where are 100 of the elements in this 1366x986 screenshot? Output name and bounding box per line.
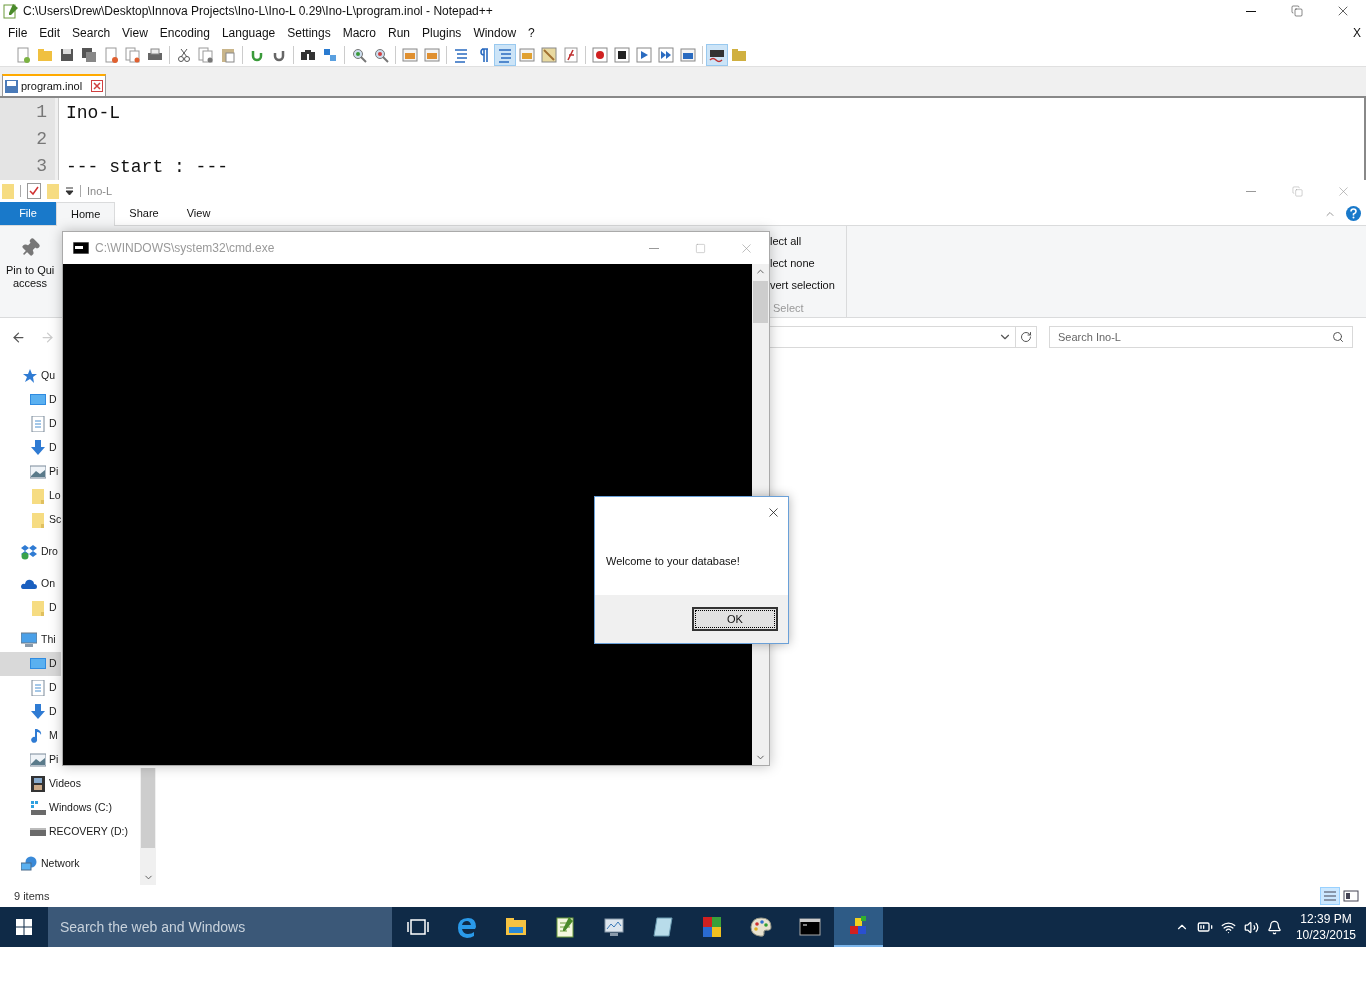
- save-macro-icon: [680, 46, 696, 63]
- battery-icon[interactable]: [1196, 919, 1213, 935]
- dialog-message: Welcome to your database!: [606, 553, 740, 569]
- ribbon-tab[interactable]: Home: [56, 202, 116, 226]
- menu-item[interactable]: Run: [382, 23, 416, 42]
- close-icon[interactable]: [91, 80, 104, 92]
- notification-icon[interactable]: [1266, 919, 1282, 935]
- ribbon-command[interactable]: lect all: [770, 234, 846, 256]
- print-icon: [147, 46, 163, 63]
- minimize-icon: [1246, 190, 1256, 192]
- menu-item[interactable]: ?: [522, 23, 541, 42]
- zoom-in-icon: [351, 46, 367, 63]
- tiles-view-icon[interactable]: [1342, 887, 1360, 905]
- taskbar-search-field[interactable]: Search the web and Windows: [48, 907, 392, 947]
- drive-icon: [30, 828, 46, 836]
- nav-item[interactable]: Thi: [0, 628, 61, 652]
- search-icon: [1332, 331, 1344, 343]
- language-icon: [519, 46, 535, 63]
- checklist-icon[interactable]: [27, 183, 41, 199]
- nav-item[interactable]: Videos: [0, 772, 82, 796]
- computer-icon: [21, 632, 37, 648]
- search-field[interactable]: Search Ino-L: [1049, 326, 1353, 348]
- nav-item[interactable]: Dro: [0, 540, 61, 564]
- menu-item[interactable]: File: [2, 23, 34, 42]
- clock[interactable]: 12:39 PM 10/23/2015: [1295, 911, 1356, 943]
- save-icon: [59, 46, 75, 63]
- nav-item[interactable]: RECOVERY (D:): [0, 820, 129, 844]
- nav-item[interactable]: D: [0, 596, 61, 620]
- nav-item[interactable]: D: [0, 652, 61, 676]
- menu-item[interactable]: Language: [215, 23, 282, 42]
- back-icon[interactable]: [11, 329, 26, 345]
- play-icon: [636, 46, 652, 63]
- help-icon[interactable]: [1346, 206, 1361, 221]
- function-list-icon: [563, 46, 579, 63]
- stop-icon: [614, 46, 630, 63]
- pictures-icon: [30, 464, 46, 480]
- word-wrap-icon: [453, 46, 469, 63]
- status-text: 9 items: [14, 888, 50, 904]
- close-file-icon: [103, 46, 119, 63]
- refresh-icon: [1020, 331, 1032, 343]
- menu-item[interactable]: Settings: [281, 23, 337, 42]
- toolbar-button[interactable]: [706, 43, 728, 66]
- folder-icon: [30, 488, 46, 504]
- nav-item[interactable]: D: [0, 388, 61, 412]
- ribbon-tab[interactable]: Share: [115, 202, 173, 225]
- nav-item[interactable]: On: [0, 572, 61, 596]
- nav-item[interactable]: Lo: [0, 484, 62, 508]
- code-line: --- start : ---: [66, 157, 229, 177]
- nav-item[interactable]: D: [0, 700, 61, 724]
- menu-item[interactable]: Edit: [33, 23, 67, 42]
- nav-item[interactable]: D: [0, 412, 61, 436]
- menu-item[interactable]: Search: [66, 23, 117, 42]
- indent-guide-icon: [497, 46, 513, 63]
- replace-icon: [322, 46, 338, 63]
- ribbon-tab[interactable]: View: [172, 202, 225, 225]
- nav-item[interactable]: Windows (C:): [0, 796, 113, 820]
- refresh-button[interactable]: [1016, 326, 1037, 348]
- document-icon: [30, 416, 46, 432]
- sync-vertical-icon: [402, 46, 418, 63]
- monitor-icon: [601, 915, 626, 939]
- nav-item[interactable]: Pi: [0, 748, 61, 772]
- ribbon-command[interactable]: vert selection: [770, 278, 846, 300]
- nav-item[interactable]: Pi: [0, 460, 61, 484]
- scroll-thumb[interactable]: [141, 768, 155, 848]
- nav-item[interactable]: Qu: [0, 364, 61, 388]
- nav-item[interactable]: D: [0, 436, 61, 460]
- minimize-icon: [649, 247, 659, 249]
- group-label: Select: [772, 301, 805, 316]
- window-title: Ino-L: [87, 183, 113, 199]
- line-number: 3: [35, 155, 48, 178]
- pictures-icon: [30, 752, 46, 768]
- nav-item[interactable]: D: [0, 676, 61, 700]
- pin-button[interactable]: Pin to Qui access: [0, 226, 60, 317]
- wifi-icon[interactable]: [1220, 919, 1236, 935]
- ribbon-tab[interactable]: File: [0, 202, 56, 225]
- record-icon: [592, 46, 608, 63]
- menu-item[interactable]: Window: [467, 23, 523, 42]
- dropdown-icon[interactable]: [65, 186, 74, 196]
- desktop-icon: [30, 656, 46, 672]
- folder-icon: [30, 600, 46, 616]
- scrollbar[interactable]: [140, 768, 156, 885]
- terminal-icon: [797, 915, 822, 939]
- nav-item[interactable]: Network: [0, 852, 81, 876]
- nav-item[interactable]: Sc: [0, 508, 63, 532]
- document-tab[interactable]: program.inol: [2, 74, 107, 96]
- close-document-button[interactable]: X: [1353, 23, 1361, 42]
- menu-item[interactable]: Encoding: [153, 23, 216, 42]
- save-all-icon: [81, 46, 97, 63]
- maximize-icon: [694, 242, 706, 254]
- menu-item[interactable]: Plugins: [416, 23, 468, 42]
- dropbox-icon: [21, 544, 37, 560]
- document-map-icon: [541, 46, 557, 63]
- scroll-thumb[interactable]: [753, 281, 768, 323]
- menu-item[interactable]: Macro: [336, 23, 382, 42]
- ok-button[interactable]: OK: [692, 607, 778, 631]
- menu-item[interactable]: View: [116, 23, 154, 42]
- volume-icon[interactable]: [1243, 919, 1259, 935]
- nav-item[interactable]: M: [0, 724, 61, 748]
- ribbon-command[interactable]: lect none: [770, 256, 846, 278]
- window-title: C:\Users\Drew\Desktop\Innova Projects\Ino-L\Ino-L 0.29\Ino-L\program.inol - Notepad++: [23, 3, 493, 20]
